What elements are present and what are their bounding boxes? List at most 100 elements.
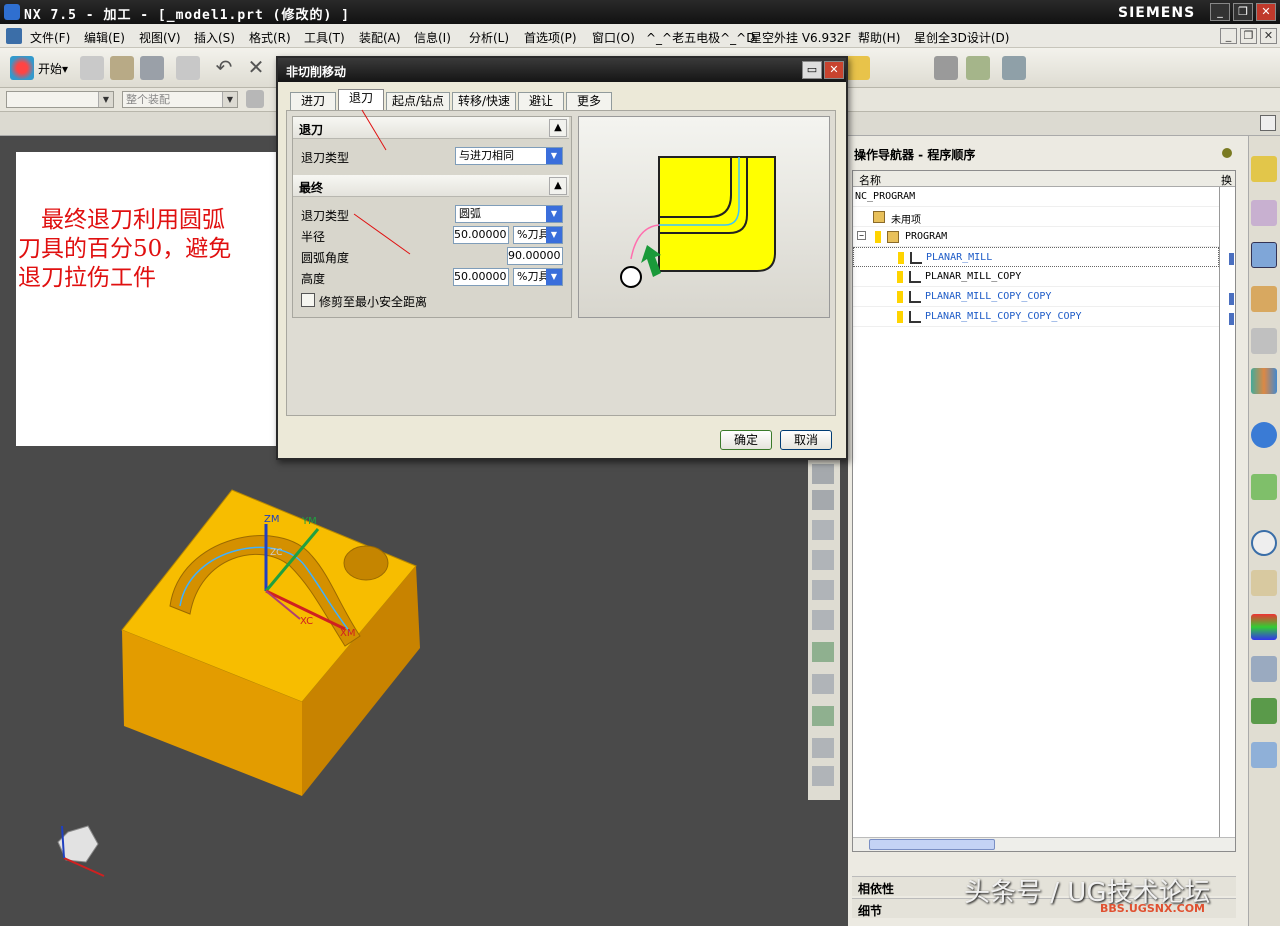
assembly-navigator-icon[interactable]: [1251, 156, 1277, 182]
status-icon: [897, 311, 903, 323]
save-icon[interactable]: [140, 56, 164, 80]
menu-bar: 文件(F) 编辑(E) 视图(V) 插入(S) 格式(R) 工具(T) 装配(A…: [0, 24, 1280, 48]
reuse-library-icon[interactable]: [1251, 328, 1277, 354]
dialog-close-button[interactable]: ✕: [824, 61, 844, 79]
op-tool-icon[interactable]: [812, 490, 834, 510]
tree-row[interactable]: NC_PROGRAM: [853, 187, 1219, 207]
assembly-icon[interactable]: [934, 56, 958, 80]
status-icon: [897, 291, 903, 303]
filter-combo[interactable]: ▼: [6, 91, 114, 108]
menu-format[interactable]: 格式(R): [249, 29, 291, 46]
menu-view[interactable]: 视图(V): [139, 29, 181, 46]
assembly-scope-combo[interactable]: 整个装配 ▼: [122, 91, 238, 108]
app-menu-icon[interactable]: [6, 28, 22, 44]
menu-preferences[interactable]: 首选项(P): [524, 29, 577, 46]
component-icon[interactable]: [966, 56, 990, 80]
manufacturing-wizard-icon[interactable]: [1251, 656, 1277, 682]
op-tool-icon[interactable]: [812, 642, 834, 662]
op-tool-icon[interactable]: [812, 674, 834, 694]
horizontal-scrollbar[interactable]: [853, 837, 1235, 851]
restore-button[interactable]: ❐: [1233, 3, 1253, 21]
start-button[interactable]: 开始▾: [38, 60, 68, 77]
delete-icon[interactable]: ✕: [244, 56, 268, 80]
machine-tool-icon[interactable]: [1251, 286, 1277, 312]
constraint-navigator-icon[interactable]: [1251, 200, 1277, 226]
radius-unit-select[interactable]: %刀具 ▼: [513, 226, 563, 244]
measure-icon[interactable]: [846, 56, 870, 80]
tab-avoidance[interactable]: 避让: [518, 92, 564, 110]
tree-row[interactable]: PLANAR_MILL_COPY_COPY_COPY: [853, 307, 1219, 327]
history-icon[interactable]: [1251, 530, 1277, 556]
resource-bar-toggle-icon[interactable]: [1260, 115, 1276, 131]
op-tool-icon[interactable]: [812, 520, 834, 540]
op-tool-icon[interactable]: [812, 610, 834, 630]
col-name[interactable]: 名称: [859, 172, 881, 188]
regen-flag-icon: [1229, 253, 1234, 265]
menu-info[interactable]: 信息(I): [414, 29, 451, 46]
ok-button[interactable]: 确定: [720, 430, 772, 450]
menu-analysis[interactable]: 分析(L): [469, 29, 509, 46]
tab-more[interactable]: 更多: [566, 92, 612, 110]
height-input[interactable]: 50.00000: [453, 268, 509, 286]
tree-row-selected[interactable]: PLANAR_MILL: [853, 247, 1219, 267]
doc-restore-button[interactable]: ❐: [1240, 28, 1257, 44]
op-tool-icon[interactable]: [812, 738, 834, 758]
menu-xingkong-plugin[interactable]: 星空外挂 V6.932F: [750, 29, 851, 46]
menu-window[interactable]: 窗口(O): [592, 29, 635, 46]
info-icon[interactable]: [1251, 422, 1277, 448]
palette-icon[interactable]: [1251, 368, 1277, 394]
tab-start-drill-points[interactable]: 起点/钻点: [386, 92, 450, 110]
start-icon[interactable]: [10, 56, 34, 80]
op-tool-icon[interactable]: [812, 550, 834, 570]
tree-row[interactable]: − PROGRAM: [853, 227, 1219, 247]
new-file-icon[interactable]: [80, 56, 104, 80]
roles-icon[interactable]: [1251, 698, 1277, 724]
pin-icon[interactable]: [1222, 148, 1232, 158]
cancel-button[interactable]: 取消: [780, 430, 832, 450]
final-section-header[interactable]: 最终 ▲: [293, 175, 569, 197]
menu-electrode-plugin[interactable]: ^_^老五电极^_^D: [646, 29, 755, 46]
cut-icon[interactable]: [176, 56, 200, 80]
open-folder-icon[interactable]: [110, 56, 134, 80]
trim-checkbox[interactable]: [301, 293, 315, 307]
navigator-title: 操作导航器 - 程序顺序: [854, 148, 976, 162]
minimize-button[interactable]: _: [1210, 3, 1230, 21]
tree-row[interactable]: PLANAR_MILL_COPY_COPY: [853, 287, 1219, 307]
tab-retract[interactable]: 退刀: [338, 89, 384, 111]
tool-icon[interactable]: [1002, 56, 1026, 80]
op-tool-icon[interactable]: [812, 464, 834, 484]
dialog-minimize-button[interactable]: ▭: [802, 61, 822, 79]
operation-navigator-icon[interactable]: [1251, 242, 1277, 268]
final-type-select[interactable]: 圆弧 ▼: [455, 205, 563, 223]
op-tool-icon[interactable]: [812, 580, 834, 600]
radius-input[interactable]: 50.00000: [453, 226, 509, 244]
retract-section-header[interactable]: 退刀 ▲: [293, 117, 569, 139]
tree-row[interactable]: 未用项: [853, 207, 1219, 227]
arc-angle-input[interactable]: 90.00000: [507, 247, 563, 265]
visualization-icon[interactable]: [1251, 614, 1277, 640]
menu-file[interactable]: 文件(F): [30, 29, 70, 46]
scroll-thumb[interactable]: [869, 839, 995, 850]
menu-tools[interactable]: 工具(T): [304, 29, 345, 46]
menu-edit[interactable]: 编辑(E): [84, 29, 125, 46]
tab-transfer-rapid[interactable]: 转移/快速: [452, 92, 516, 110]
height-unit-select[interactable]: %刀具 ▼: [513, 268, 563, 286]
op-tool-icon[interactable]: [812, 706, 834, 726]
menu-3d-design[interactable]: 星创全3D设计(D): [914, 29, 1009, 46]
selection-options-icon[interactable]: [246, 90, 264, 108]
doc-close-button[interactable]: ✕: [1260, 28, 1277, 44]
col-change[interactable]: 换: [1221, 172, 1232, 188]
undo-icon[interactable]: ↶: [212, 56, 236, 80]
web-browser-icon[interactable]: [1251, 474, 1277, 500]
menu-assembly[interactable]: 装配(A): [359, 29, 401, 46]
menu-help[interactable]: 帮助(H): [858, 29, 900, 46]
system-scenes-icon[interactable]: [1251, 742, 1277, 768]
retract-type-select[interactable]: 与进刀相同 ▼: [455, 147, 563, 165]
close-window-button[interactable]: ✕: [1256, 3, 1276, 21]
op-tool-icon[interactable]: [812, 766, 834, 786]
process-studio-icon[interactable]: [1251, 570, 1277, 596]
tab-engage[interactable]: 进刀: [290, 92, 336, 110]
tree-row[interactable]: PLANAR_MILL_COPY: [853, 267, 1219, 287]
menu-insert[interactable]: 插入(S): [194, 29, 235, 46]
doc-minimize-button[interactable]: _: [1220, 28, 1237, 44]
